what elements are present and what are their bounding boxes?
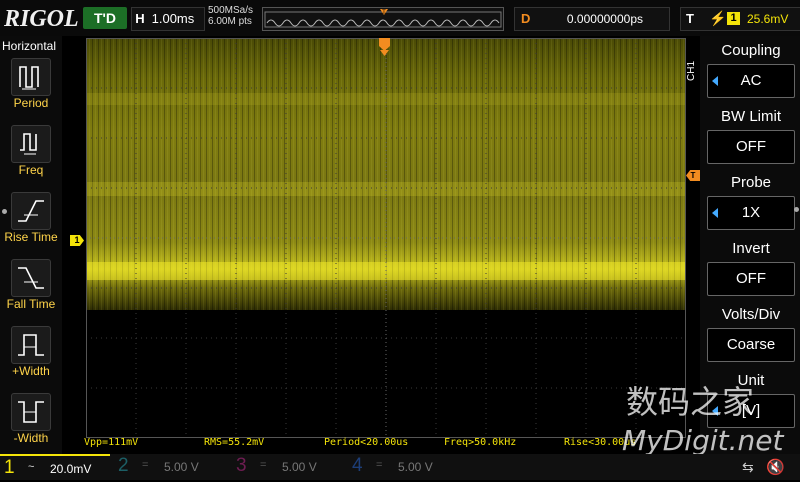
ch4-scale: 5.00 V: [398, 460, 433, 474]
memory-overview-bar[interactable]: T: [262, 7, 504, 31]
trigger-position-icon: [379, 38, 390, 56]
trigger-marker-label: T: [690, 171, 696, 180]
ch1-scale: 20.0mV: [50, 462, 92, 476]
ch4-status[interactable]: 4 = 5.00 V: [348, 454, 458, 480]
memory-waveform-icon: T: [264, 9, 502, 28]
dc-coupling-icon: =: [142, 459, 149, 471]
measure-negative-width-button[interactable]: -Width: [0, 393, 62, 455]
timebase-display[interactable]: H 1.00ms: [131, 7, 205, 31]
invert-softkey[interactable]: Invert OFF: [705, 240, 797, 302]
select-arrow-icon: [712, 208, 718, 218]
timebase-label: H: [135, 11, 145, 26]
horizontal-measure-menu: Horizontal Period Freq Rise Time Fall Ti…: [0, 36, 62, 454]
trigger-display[interactable]: T ⚡ 1 25.6mV: [680, 7, 800, 31]
rise-time-label: Rise Time: [4, 230, 58, 244]
negative-width-icon: [11, 393, 51, 431]
volts-div-title: Volts/Div: [721, 306, 781, 323]
watermark-site: MyDigit.net: [622, 424, 784, 457]
volts-div-softkey[interactable]: Volts/Div Coarse: [705, 306, 797, 368]
ch2-status[interactable]: 2 = 5.00 V: [114, 454, 224, 480]
bw-limit-title: BW Limit: [721, 108, 781, 125]
negative-width-label: -Width: [13, 431, 49, 445]
invert-title: Invert: [732, 240, 770, 257]
probe-title: Probe: [730, 174, 772, 191]
trigger-level: 25.6mV: [747, 12, 789, 26]
acquisition-info: 500MSa/s 6.00M pts: [208, 5, 253, 27]
rise-time-icon: [11, 192, 51, 230]
volts-div-value: Coarse: [707, 328, 795, 362]
invert-value: OFF: [707, 262, 795, 296]
timebase-value: 1.00ms: [151, 11, 195, 26]
svg-text:T: T: [382, 10, 386, 16]
coupling-value: AC: [707, 64, 795, 98]
measure-period-button[interactable]: Period: [0, 58, 62, 120]
ch1-offset-marker[interactable]: 1: [70, 235, 84, 246]
ch4-number: 4: [352, 455, 363, 476]
delay-label: D: [521, 11, 531, 26]
positive-width-label: +Width: [12, 364, 50, 378]
channel-tag: CH1: [686, 61, 697, 82]
ch1-number: 1: [4, 457, 15, 478]
select-arrow-icon: [712, 76, 718, 86]
ch1-status[interactable]: 1 ~ 20.0mV: [0, 454, 110, 482]
watermark-chinese: 数码之家: [626, 383, 755, 421]
fall-time-icon: [11, 259, 51, 297]
menu-page-dot-icon: [794, 207, 799, 212]
left-menu-title: Horizontal: [2, 39, 57, 53]
top-bar: RIGOL T'D H 1.00ms 500MSa/s 6.00M pts T …: [0, 0, 800, 36]
ch3-scale: 5.00 V: [282, 460, 317, 474]
brand-logo: RIGOL: [4, 6, 79, 32]
freq-label: Freq: [18, 163, 44, 177]
measure-period: Period<20.00us: [324, 437, 409, 448]
ch2-number: 2: [118, 455, 129, 476]
period-icon: [11, 58, 51, 96]
measure-freq: Freq>50.0kHz: [444, 437, 517, 448]
waveform-grid: [86, 38, 686, 438]
dc-coupling-icon: =: [376, 459, 383, 471]
probe-value: 1X: [707, 196, 795, 230]
coupling-title: Coupling: [721, 42, 781, 59]
sound-muted-icon[interactable]: 🔇: [766, 458, 785, 476]
trigger-source-badge: 1: [727, 12, 740, 25]
fall-time-label: Fall Time: [6, 297, 56, 311]
channel-status-bar: 1 ~ 20.0mV 2 = 5.00 V 3 = 5.00 V 4 = 5.0…: [0, 454, 800, 480]
measure-rms: RMS=55.2mV: [204, 437, 265, 448]
ch1-marker-label: 1: [74, 235, 80, 245]
measure-positive-width-button[interactable]: +Width: [0, 326, 62, 388]
trigger-level-marker[interactable]: T: [686, 170, 700, 181]
ch3-status[interactable]: 3 = 5.00 V: [232, 454, 342, 480]
bw-limit-softkey[interactable]: BW Limit OFF: [705, 108, 797, 170]
ac-coupling-icon: ~: [28, 461, 35, 473]
delay-display[interactable]: D 0.00000000ps: [514, 7, 670, 31]
dc-coupling-icon: =: [260, 459, 267, 471]
bw-limit-value: OFF: [707, 130, 795, 164]
trigger-status-badge: T'D: [83, 7, 127, 29]
trigger-position-marker[interactable]: [379, 38, 390, 56]
probe-softkey[interactable]: Probe 1X: [705, 174, 797, 236]
ch2-scale: 5.00 V: [164, 460, 199, 474]
rising-edge-icon: ⚡: [709, 10, 727, 26]
ch3-number: 3: [236, 455, 247, 476]
sample-rate: 500MSa/s: [208, 5, 254, 16]
usb-icon: ⇆: [742, 459, 754, 475]
menu-page-dot-icon: [2, 209, 7, 214]
measure-rise-time-button[interactable]: Rise Time: [0, 192, 62, 254]
measure-fall-time-button[interactable]: Fall Time: [0, 259, 62, 321]
delay-value: 0.00000000ps: [566, 12, 643, 26]
measure-freq-button[interactable]: Freq: [0, 125, 62, 187]
frequency-icon: [11, 125, 51, 163]
period-label: Period: [13, 96, 49, 110]
coupling-softkey[interactable]: Coupling AC: [705, 42, 797, 104]
memory-depth: 6.00M pts: [208, 16, 252, 27]
measure-vpp: Vpp=111mV: [84, 437, 139, 448]
positive-width-icon: [11, 326, 51, 364]
trigger-label: T: [686, 11, 694, 26]
waveform-display[interactable]: [86, 38, 686, 438]
